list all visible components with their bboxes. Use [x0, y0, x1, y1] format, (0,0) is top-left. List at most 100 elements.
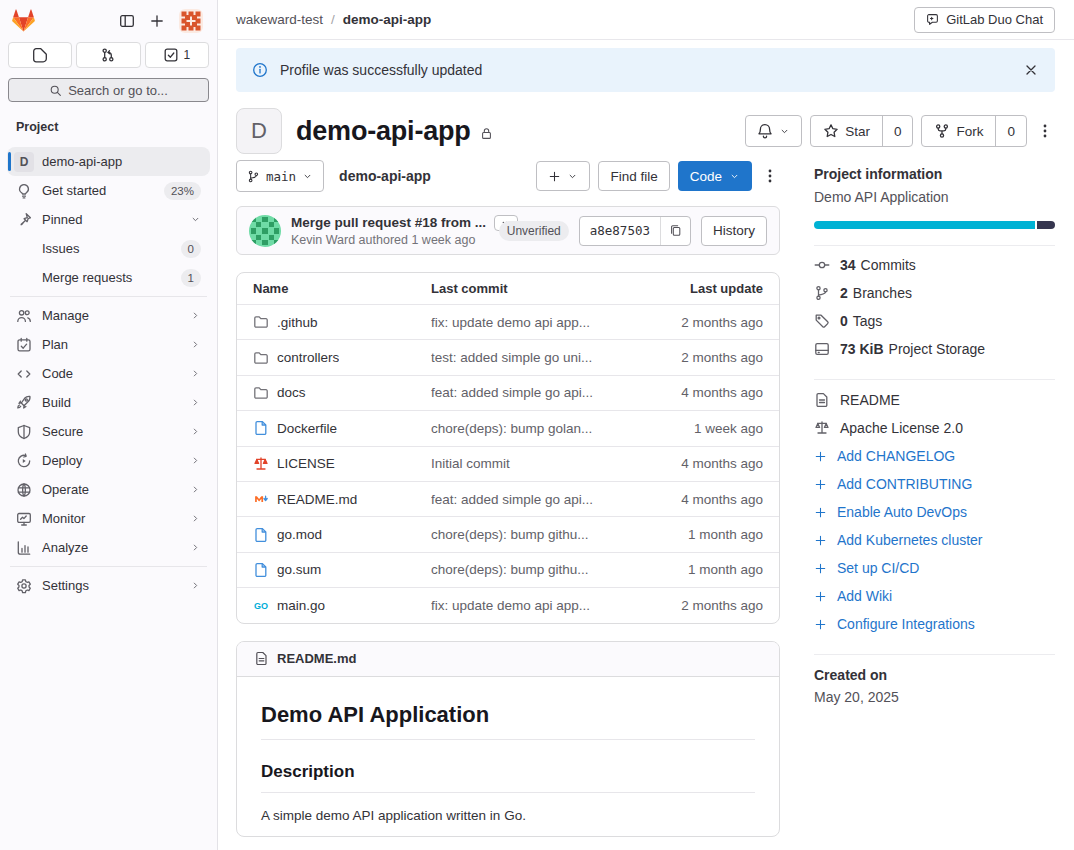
- info-file-label: Apache License 2.0: [840, 420, 963, 436]
- project-options-kebab[interactable]: [1035, 121, 1055, 141]
- file-name[interactable]: go.sum: [277, 562, 321, 577]
- create-new-button[interactable]: [149, 13, 165, 29]
- sidebar-item-build[interactable]: Build: [7, 388, 210, 417]
- file-last-commit[interactable]: Initial commit: [431, 456, 629, 471]
- sidebar-item-plan[interactable]: Plan: [7, 330, 210, 359]
- file-name[interactable]: main.go: [277, 598, 325, 613]
- file-name[interactable]: README.md: [277, 492, 357, 507]
- sidebar-item-label: Pinned: [42, 212, 190, 227]
- sidebar-item-settings[interactable]: Settings: [7, 571, 210, 600]
- search-input[interactable]: Search or go to...: [8, 78, 209, 102]
- breadcrumb-project[interactable]: demo-api-app: [343, 12, 432, 27]
- sidebar-item-label: Get started: [42, 183, 164, 198]
- plus-icon: [814, 618, 827, 631]
- sidebar-item-code[interactable]: Code: [7, 359, 210, 388]
- file-last-commit[interactable]: chore(deps): bump githu...: [431, 562, 629, 577]
- stat-tags[interactable]: 0Tags: [814, 307, 1055, 335]
- link-configure-integrations[interactable]: Configure Integrations: [814, 610, 1055, 638]
- commit-author-avatar[interactable]: [249, 215, 281, 247]
- main-area: wakeward-test / demo-api-app GitLab Duo …: [218, 0, 1074, 850]
- file-last-commit[interactable]: fix: update demo api app...: [431, 598, 629, 613]
- stat-branches[interactable]: 2Branches: [814, 279, 1055, 307]
- stat-commits[interactable]: 34Commits: [814, 251, 1055, 279]
- branch-selector[interactable]: main: [236, 160, 324, 192]
- issues-shortcut-button[interactable]: [8, 42, 72, 68]
- gitlab-logo-icon[interactable]: [11, 9, 36, 33]
- file-name[interactable]: docs: [277, 385, 306, 400]
- sidebar-item-merge-requests[interactable]: Merge requests1: [7, 263, 210, 292]
- project-info-sidebar: Project information Demo API Application…: [798, 160, 1055, 705]
- chevron-right-icon: [190, 426, 201, 437]
- repo-path[interactable]: demo-api-app: [339, 168, 431, 184]
- language-bar[interactable]: [814, 221, 1055, 229]
- link-set-up-ci-cd[interactable]: Set up CI/CD: [814, 554, 1055, 582]
- sidebar-item-label: Monitor: [42, 511, 190, 526]
- file-last-commit[interactable]: feat: added simple go api...: [431, 385, 629, 400]
- link-add-changelog[interactable]: Add CHANGELOG: [814, 442, 1055, 470]
- sidebar-item-demo-api-app[interactable]: Ddemo-api-app: [7, 147, 210, 176]
- star-button[interactable]: Star: [811, 116, 882, 146]
- fork-count[interactable]: 0: [995, 116, 1026, 146]
- divider: [814, 379, 1055, 380]
- banner-close-button[interactable]: [1023, 62, 1039, 78]
- link-enable-auto-devops[interactable]: Enable Auto DevOps: [814, 498, 1055, 526]
- info-file-apache-license-2-0[interactable]: Apache License 2.0: [814, 414, 1055, 442]
- notifications-button[interactable]: [745, 115, 802, 147]
- link-add-wiki[interactable]: Add Wiki: [814, 582, 1055, 610]
- sidebar-item-deploy[interactable]: Deploy: [7, 446, 210, 475]
- readme-header[interactable]: README.md: [237, 642, 779, 677]
- stat-project-storage[interactable]: 73 KiBProject Storage: [814, 335, 1055, 363]
- sidebar-item-manage[interactable]: Manage: [7, 301, 210, 330]
- fork-button[interactable]: Fork: [922, 116, 995, 146]
- file-last-commit[interactable]: chore(deps): bump githu...: [431, 527, 629, 542]
- repo-options-kebab[interactable]: [760, 166, 780, 186]
- file-name[interactable]: LICENSE: [277, 456, 335, 471]
- sidebar-item-issues[interactable]: Issues0: [7, 234, 210, 263]
- file-last-commit[interactable]: test: added simple go uni...: [431, 350, 629, 365]
- file-name[interactable]: Dockerfile: [277, 421, 337, 436]
- file-last-commit[interactable]: feat: added simple go api...: [431, 492, 629, 507]
- code-dropdown-button[interactable]: Code: [678, 161, 752, 191]
- file-name[interactable]: controllers: [277, 350, 339, 365]
- sidebar-collapse-button[interactable]: [119, 13, 135, 29]
- info-file-readme[interactable]: README: [814, 386, 1055, 414]
- file-name[interactable]: .github: [277, 315, 318, 330]
- file-last-commit[interactable]: chore(deps): bump golan...: [431, 421, 629, 436]
- sidebar-item-pinned[interactable]: Pinned: [7, 205, 210, 234]
- sidebar-item-get-started[interactable]: Get started23%: [7, 176, 210, 205]
- sidebar-header: [0, 0, 217, 39]
- file-row-go-mod: go.modchore(deps): bump githu...1 month …: [237, 516, 779, 551]
- link-label: Add Wiki: [837, 588, 892, 604]
- sidebar-item-analyze[interactable]: Analyze: [7, 533, 210, 562]
- link-add-contributing[interactable]: Add CONTRIBUTING: [814, 470, 1055, 498]
- merge-requests-shortcut-button[interactable]: [76, 42, 140, 68]
- sidebar-item-operate[interactable]: Operate: [7, 475, 210, 504]
- copy-sha-button[interactable]: [660, 217, 690, 245]
- doc-text-icon: [254, 651, 269, 666]
- find-file-button[interactable]: Find file: [598, 161, 669, 191]
- duo-chat-button[interactable]: GitLab Duo Chat: [914, 7, 1055, 33]
- project-actions: Star 0 Fork 0: [745, 115, 1055, 147]
- commit-signature-badge[interactable]: Unverified: [499, 221, 569, 241]
- sidebar-item-label: Deploy: [42, 453, 190, 468]
- sidebar-item-secure[interactable]: Secure: [7, 417, 210, 446]
- todos-shortcut-button[interactable]: 1: [145, 42, 209, 68]
- link-add-kubernetes-cluster[interactable]: Add Kubernetes cluster: [814, 526, 1055, 554]
- sidebar-item-monitor[interactable]: Monitor: [7, 504, 210, 533]
- commit-icon: [814, 257, 830, 273]
- sidebar-item-badge: 0: [181, 240, 201, 258]
- file-icon: [253, 562, 269, 578]
- file-last-commit[interactable]: fix: update demo api app...: [431, 315, 629, 330]
- history-button[interactable]: History: [701, 216, 767, 246]
- file-name[interactable]: go.mod: [277, 527, 322, 542]
- commit-title[interactable]: Merge pull request #18 from ...: [291, 215, 486, 230]
- add-file-dropdown[interactable]: [536, 161, 590, 191]
- file-row-go-sum: go.sumchore(deps): bump githu...1 month …: [237, 552, 779, 587]
- user-avatar[interactable]: [179, 9, 203, 33]
- last-commit-bar: Merge pull request #18 from ... Kevin Wa…: [236, 206, 780, 255]
- star-count[interactable]: 0: [882, 116, 913, 146]
- sidebar-item-label: Secure: [42, 424, 190, 439]
- project-links-list: Add CHANGELOGAdd CONTRIBUTINGEnable Auto…: [814, 442, 1055, 638]
- star-button-group: Star 0: [810, 115, 913, 147]
- breadcrumb-group[interactable]: wakeward-test: [236, 12, 323, 27]
